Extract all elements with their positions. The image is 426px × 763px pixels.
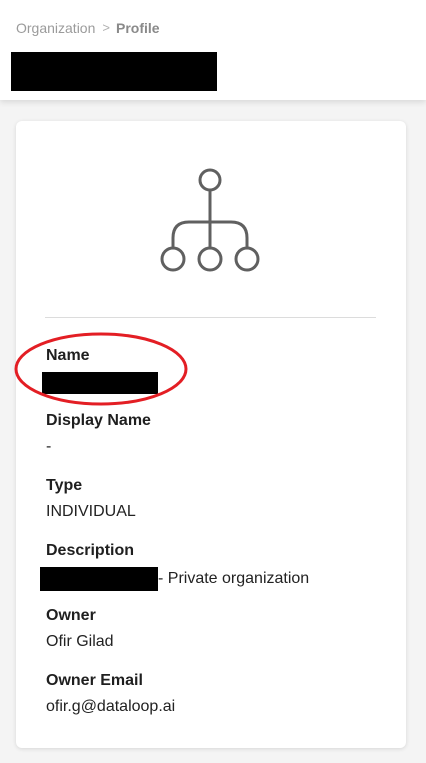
type-value: INDIVIDUAL: [46, 503, 136, 520]
type-label: Type: [46, 477, 83, 494]
breadcrumb-organization-link[interactable]: Organization: [16, 19, 95, 37]
owner-value: Ofir Gilad: [46, 633, 114, 650]
profile-card: Name Display Name - Type INDIVIDUAL Desc…: [14, 121, 406, 748]
display-name-label: Display Name: [46, 412, 151, 429]
field-owner-email: Owner Email ofir.g@dataloop.ai: [46, 671, 386, 717]
field-type: Type INDIVIDUAL: [46, 476, 386, 522]
breadcrumb-current-profile: Profile: [115, 20, 160, 36]
organization-hierarchy-icon: [160, 168, 260, 272]
breadcrumb: Organization > Profile: [16, 19, 160, 37]
description-value: - Private organization: [40, 567, 386, 591]
owner-email-value: ofir.g@dataloop.ai: [46, 698, 176, 715]
owner-label: Owner: [46, 607, 96, 624]
redacted-page-title: [11, 52, 217, 91]
owner-email-label: Owner Email: [46, 672, 143, 689]
redacted-description-prefix: [40, 567, 158, 591]
field-owner: Owner Ofir Gilad: [46, 606, 386, 652]
divider: [45, 317, 376, 318]
chevron-right-icon: >: [102, 20, 110, 35]
field-name: Name: [42, 346, 386, 394]
field-display-name: Display Name -: [46, 411, 386, 457]
name-label: Name: [46, 347, 90, 364]
name-value: [42, 372, 386, 394]
display-name-value: -: [46, 438, 52, 455]
description-label: Description: [46, 542, 135, 559]
field-description: Description - Private organization: [40, 541, 386, 591]
redacted-name: [42, 372, 158, 394]
description-suffix: - Private organization: [158, 570, 310, 588]
page-header: Organization > Profile: [0, 0, 426, 100]
